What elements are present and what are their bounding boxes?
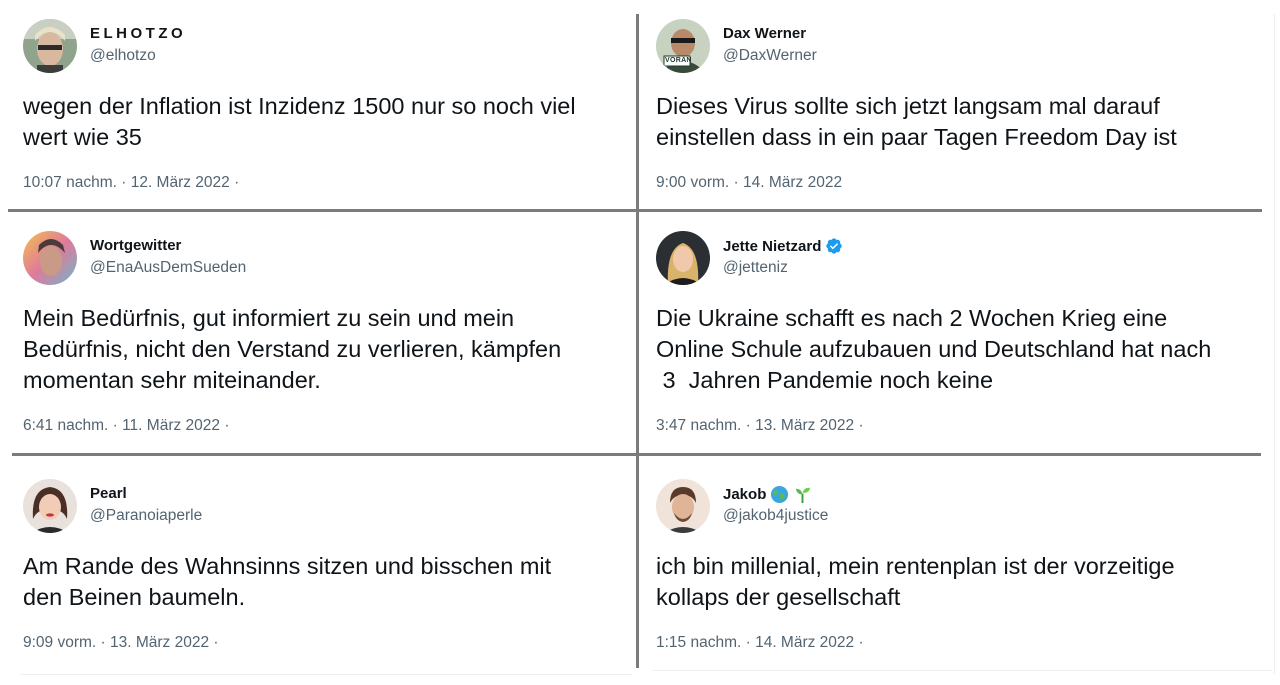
tweet-text-line: 3 Jahren Pandemie noch keine bbox=[656, 367, 994, 393]
verified-badge-icon[interactable] bbox=[825, 237, 843, 255]
user-handle[interactable]: @DaxWerner bbox=[723, 47, 817, 65]
tweet-text-line: Online Schule aufzubauen und Deutschland… bbox=[656, 336, 1212, 362]
display-name-text: Jakob bbox=[723, 486, 767, 503]
user-handle[interactable]: @jetteniz bbox=[723, 259, 788, 277]
avatar-badge-text: VORAN bbox=[665, 57, 692, 64]
tweet-text: Dieses Virus sollte sich jetzt langsam m… bbox=[656, 91, 1177, 153]
user-handle[interactable]: @Paranoiaperle bbox=[90, 507, 202, 525]
tweet-text: Mein Bedürfnis, gut informiert zu sein u… bbox=[23, 303, 561, 396]
tweet-text: wegen der Inflation ist Inzidenz 1500 nu… bbox=[23, 91, 576, 153]
user-handle[interactable]: @jakob4justice bbox=[723, 507, 828, 525]
tweet-timestamp[interactable]: 9:00 vorm. · 14. März 2022 bbox=[656, 174, 842, 192]
display-name[interactable]: ELHOTZO bbox=[90, 25, 186, 42]
tweet-text-line: Bedürfnis, nicht den Verstand zu verlier… bbox=[23, 336, 562, 362]
tweet-text: ich bin millenial, mein rentenplan ist d… bbox=[656, 551, 1175, 613]
avatar[interactable]: VORAN bbox=[656, 19, 710, 73]
display-name[interactable]: Jette Nietzard bbox=[723, 237, 843, 255]
tweet-text: Am Rande des Wahnsinns sitzen und bissch… bbox=[23, 551, 551, 613]
avatar[interactable] bbox=[23, 231, 77, 285]
tweet-text-line: Dieses Virus sollte sich jetzt langsam m… bbox=[656, 93, 1160, 119]
divider bbox=[1274, 14, 1275, 674]
horizontal-divider bbox=[8, 209, 636, 212]
tweet-text-line: kollaps der gesellschaft bbox=[656, 584, 901, 610]
tweet-text-line: wegen der Inflation ist Inzidenz 1500 nu… bbox=[23, 93, 576, 119]
seedling-icon bbox=[796, 487, 811, 504]
tweet-text-line: den Beinen baumeln. bbox=[23, 584, 246, 610]
tweet-timestamp[interactable]: 10:07 nachm. · 12. März 2022 · bbox=[23, 174, 239, 192]
tweet-text: Die Ukraine schafft es nach 2 Wochen Kri… bbox=[656, 303, 1211, 396]
divider bbox=[20, 674, 632, 675]
display-name-text: Jette Nietzard bbox=[723, 237, 822, 255]
avatar[interactable] bbox=[23, 479, 77, 533]
vertical-divider bbox=[636, 14, 639, 668]
user-handle[interactable]: @elhotzo bbox=[90, 47, 156, 65]
horizontal-divider bbox=[12, 453, 636, 456]
avatar[interactable] bbox=[23, 19, 77, 73]
horizontal-divider bbox=[639, 453, 1261, 456]
tweet-text-line: ich bin millenial, mein rentenplan ist d… bbox=[656, 553, 1175, 579]
tweet-text-line: wert wie 35 bbox=[23, 124, 142, 150]
tweet-timestamp[interactable]: 9:09 vorm. · 13. März 2022 · bbox=[23, 634, 219, 652]
tweet-text-line: Am Rande des Wahnsinns sitzen und bissch… bbox=[23, 553, 552, 579]
tweet-timestamp[interactable]: 1:15 nachm. · 14. März 2022 · bbox=[656, 634, 864, 652]
tweet-text-line: einstellen dass in ein paar Tagen Freedo… bbox=[656, 124, 1177, 150]
avatar[interactable] bbox=[656, 231, 710, 285]
divider bbox=[652, 670, 1272, 671]
display-name[interactable]: Jakob bbox=[723, 485, 812, 504]
tweet-timestamp[interactable]: 3:47 nachm. · 13. März 2022 · bbox=[656, 417, 864, 435]
display-name[interactable]: Wortgewitter bbox=[90, 237, 181, 254]
display-name[interactable]: Pearl bbox=[90, 485, 127, 502]
tweet-timestamp[interactable]: 6:41 nachm. · 11. März 2022 · bbox=[23, 417, 229, 435]
tweet-text-line: Mein Bedürfnis, gut informiert zu sein u… bbox=[23, 305, 515, 331]
user-handle[interactable]: @EnaAusDemSueden bbox=[90, 259, 246, 277]
tweet-text-line: Die Ukraine schafft es nach 2 Wochen Kri… bbox=[656, 305, 1168, 331]
horizontal-divider bbox=[639, 209, 1262, 212]
display-name[interactable]: Dax Werner bbox=[723, 25, 806, 42]
tweet-text-line: momentan sehr miteinander. bbox=[23, 367, 321, 393]
avatar[interactable] bbox=[656, 479, 710, 533]
tweet-collage: ELHOTZO @elhotzo wegen der Inflation ist… bbox=[0, 0, 1280, 685]
globe-icon bbox=[771, 485, 789, 504]
